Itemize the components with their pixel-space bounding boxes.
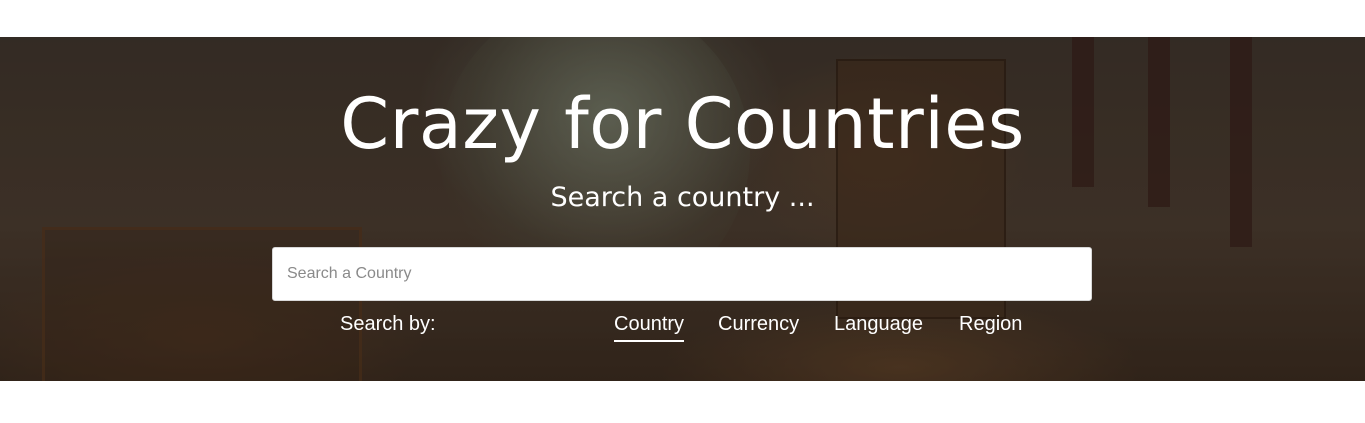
page-title: Crazy for Countries xyxy=(340,83,1025,165)
tab-currency[interactable]: Currency xyxy=(718,312,799,340)
page-subtitle: Search a country ... xyxy=(550,182,815,213)
search-by-label: Search by: xyxy=(340,313,436,335)
tab-region[interactable]: Region xyxy=(959,312,1022,340)
tab-language[interactable]: Language xyxy=(834,312,923,340)
tab-country[interactable]: Country xyxy=(614,312,685,342)
country-search-input[interactable] xyxy=(272,247,1092,301)
